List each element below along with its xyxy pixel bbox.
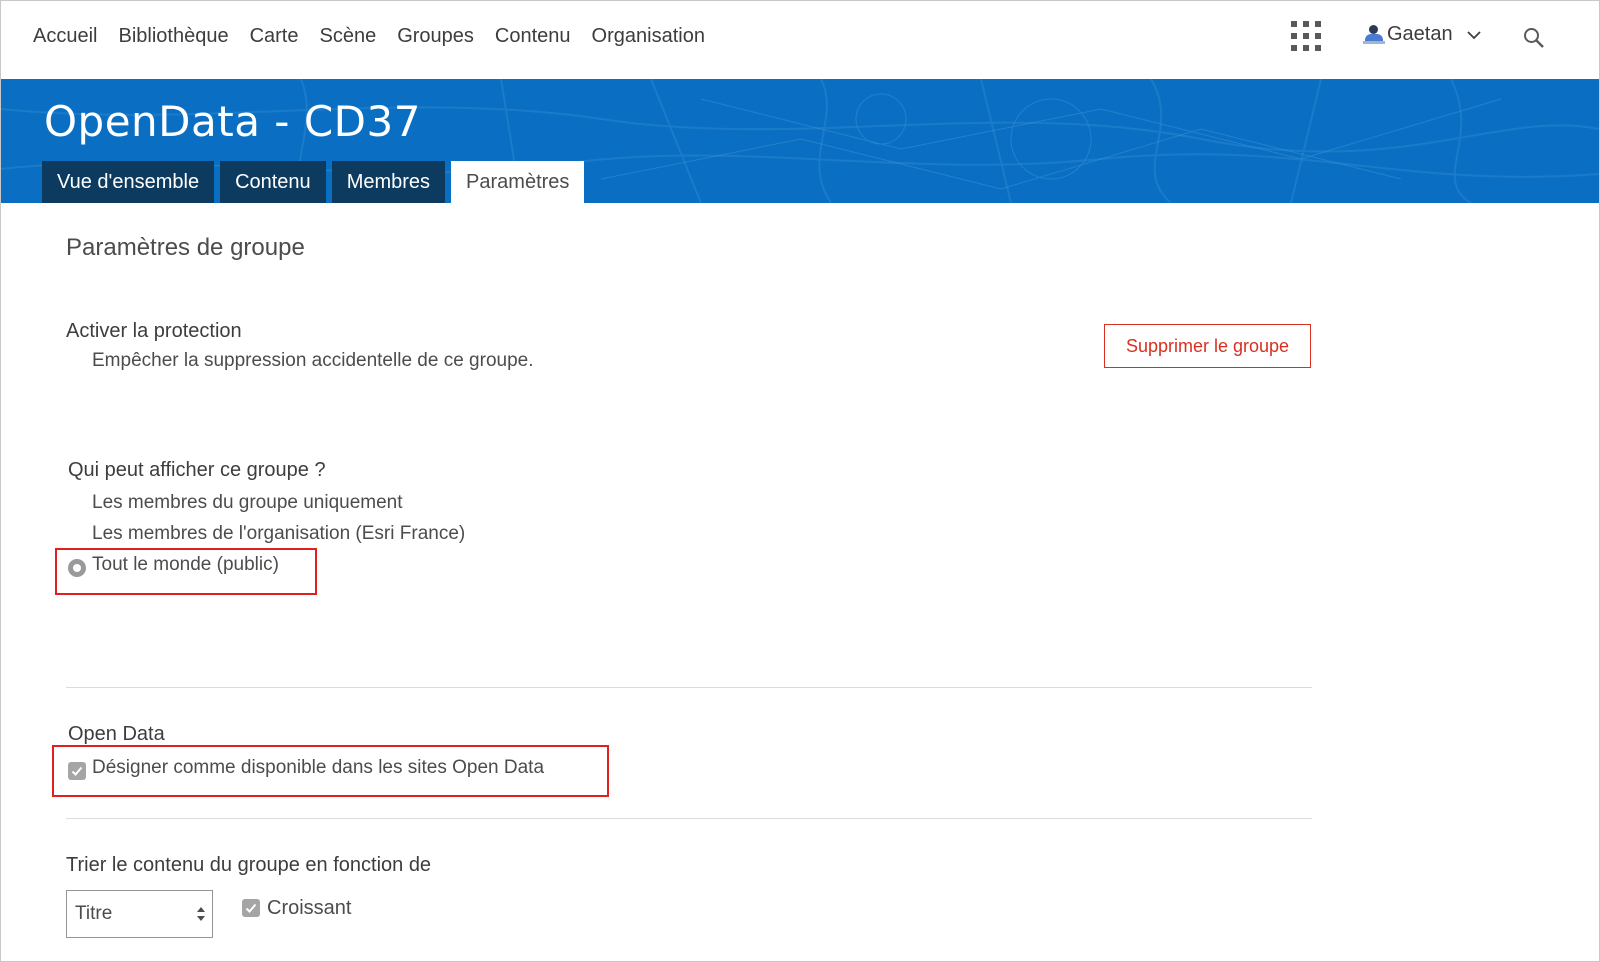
ascending-label[interactable]: Croissant <box>267 897 351 920</box>
tab-contenu[interactable]: Contenu <box>220 161 326 203</box>
open-data-label: Open Data <box>68 723 165 745</box>
tab-membres[interactable]: Membres <box>331 161 446 203</box>
nav-link-groupes[interactable]: Groupes <box>397 25 474 48</box>
tab-vue-ensemble[interactable]: Vue d'ensemble <box>42 161 215 203</box>
protection-description[interactable]: Empêcher la suppression accidentelle de … <box>92 350 534 372</box>
highlight-box-open-data <box>52 745 609 797</box>
group-title: OpenData - CD37 <box>44 97 421 146</box>
top-navigation: Accueil Bibliothèque Carte Scène Groupes… <box>1 1 1599 79</box>
divider <box>66 687 1312 688</box>
user-menu[interactable]: Gaetan <box>1363 23 1481 46</box>
page-title: Paramètres de groupe <box>66 234 305 261</box>
ascending-checkbox[interactable] <box>242 899 260 917</box>
nav-links: Accueil Bibliothèque Carte Scène Groupes… <box>33 25 726 48</box>
protection-label: Activer la protection <box>66 320 242 342</box>
delete-group-button[interactable]: Supprimer le groupe <box>1104 324 1311 368</box>
visibility-option-organization[interactable]: Les membres de l'organisation (Esri Fran… <box>92 523 465 545</box>
group-tabs: Vue d'ensemble Contenu Membres Paramètre… <box>42 161 590 203</box>
visibility-label: Qui peut afficher ce groupe ? <box>68 459 326 481</box>
nav-link-carte[interactable]: Carte <box>250 25 299 48</box>
user-avatar-icon <box>1363 24 1385 46</box>
sort-field-select[interactable]: Titre <box>66 890 213 938</box>
nav-link-bibliotheque[interactable]: Bibliothèque <box>118 25 228 48</box>
select-arrows-icon <box>197 907 205 921</box>
visibility-option-group-members[interactable]: Les membres du groupe uniquement <box>92 492 403 514</box>
highlight-box-public <box>55 548 317 595</box>
sort-field-value: Titre <box>75 903 113 924</box>
divider <box>66 818 1312 819</box>
nav-link-contenu[interactable]: Contenu <box>495 25 571 48</box>
sort-label: Trier le contenu du groupe en fonction d… <box>66 854 432 876</box>
tab-parametres[interactable]: Paramètres <box>451 161 585 203</box>
checkmark-icon <box>245 903 257 913</box>
chevron-down-icon <box>1466 30 1481 39</box>
group-banner: OpenData - CD37 Vue d'ensemble Contenu M… <box>1 79 1599 203</box>
nav-link-organisation[interactable]: Organisation <box>592 25 705 48</box>
search-icon[interactable] <box>1523 27 1545 49</box>
nav-link-accueil[interactable]: Accueil <box>33 25 97 48</box>
nav-link-scene[interactable]: Scène <box>319 25 376 48</box>
apps-grid-icon[interactable] <box>1291 21 1321 51</box>
user-name: Gaetan <box>1387 23 1453 45</box>
